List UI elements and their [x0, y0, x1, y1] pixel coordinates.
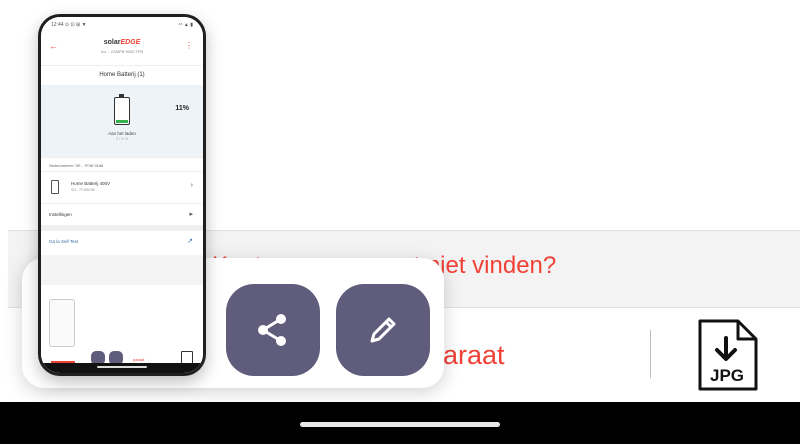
thumbnail-battery-card: 11% Aan het laden 0 / 0 / 0 — [41, 85, 203, 157]
pencil-icon — [370, 317, 396, 343]
thumbnail-selftest-label: Ga la Self Test — [49, 239, 79, 244]
thumbnail-header: ← solarEDGE Inv. - ZSMPB 9000 TFB ⋮ — [41, 35, 203, 65]
chevron-right-icon: › — [190, 182, 193, 189]
battery-fill — [116, 120, 128, 123]
thumbnail-settings-row: Instellingen ▸ — [41, 203, 203, 225]
thumbnail-selftest-row: Ga la Self Test ↗ — [41, 225, 203, 255]
thumbnail-screen: 12:44 ⊙ ⊡ ⊞ ▼ ⁴⁶ ▲ ▮ ← solarEDGE Inv. - … — [41, 17, 203, 373]
thumbnail-device-sub: SN - 7F486186 — [71, 188, 95, 192]
thumbnail-status-right: ⁴⁶ ▲ ▮ — [178, 22, 193, 28]
thumbnail-mini-screenshot — [49, 299, 75, 347]
share-button[interactable] — [226, 284, 320, 376]
thumbnail-title: Home Batterij (1) — [41, 65, 203, 85]
thumbnail-device-row: Home Batterij 400V SN - 7F486186 › — [41, 171, 203, 203]
share-icon — [258, 314, 286, 346]
screenshot-thumbnail[interactable]: 12:44 ⊙ ⊡ ⊞ ▼ ⁴⁶ ▲ ▮ ← solarEDGE Inv. - … — [38, 14, 206, 376]
thumbnail-status-time: 12:44 ⊙ ⊡ ⊞ ▼ — [51, 22, 87, 28]
battery-status-sub: 0 / 0 / 0 — [116, 137, 128, 141]
thumbnail-device-name: Home Batterij 400V — [71, 181, 111, 186]
more-vert-icon: ⋮ — [185, 41, 193, 50]
edit-button[interactable] — [336, 284, 430, 376]
jpg-icon-label: JPG — [710, 366, 744, 385]
open-external-icon: ↗ — [187, 238, 193, 245]
thumbnail-status-bar: 12:44 ⊙ ⊡ ⊞ ▼ ⁴⁶ ▲ ▮ — [41, 17, 203, 35]
battery-icon — [114, 94, 130, 125]
play-arrow-icon: ▸ — [189, 211, 193, 218]
battery-status: Aan het laden 0 / 0 / 0 — [41, 131, 203, 141]
device-battery-icon — [51, 180, 59, 194]
battery-status-text: Aan het laden — [108, 131, 136, 136]
logo-accent: EDGE — [120, 39, 141, 46]
system-navigation-bar — [0, 402, 800, 444]
battery-percent: 11% — [175, 105, 189, 112]
thumbnail-home-handle — [97, 366, 147, 368]
thumbnail-serial: Serienummer: SE - 7F48 9186 — [41, 157, 203, 171]
thumbnail-bottom-area: paraat — [41, 285, 203, 373]
thumbnail-subtitle: Inv. - ZSMPB 9000 TFB — [100, 49, 144, 54]
solaredge-logo: solarEDGE — [41, 39, 203, 46]
home-gesture-handle[interactable] — [300, 422, 500, 427]
thumbnail-settings-label: Instellingen — [49, 212, 72, 217]
logo-text: solar — [103, 39, 121, 46]
thumbnail-mini-text: paraat — [133, 357, 145, 362]
row-divider — [650, 330, 651, 378]
thumbnail-nav-bar — [41, 363, 203, 373]
jpg-file-icon[interactable]: JPG — [692, 318, 760, 392]
